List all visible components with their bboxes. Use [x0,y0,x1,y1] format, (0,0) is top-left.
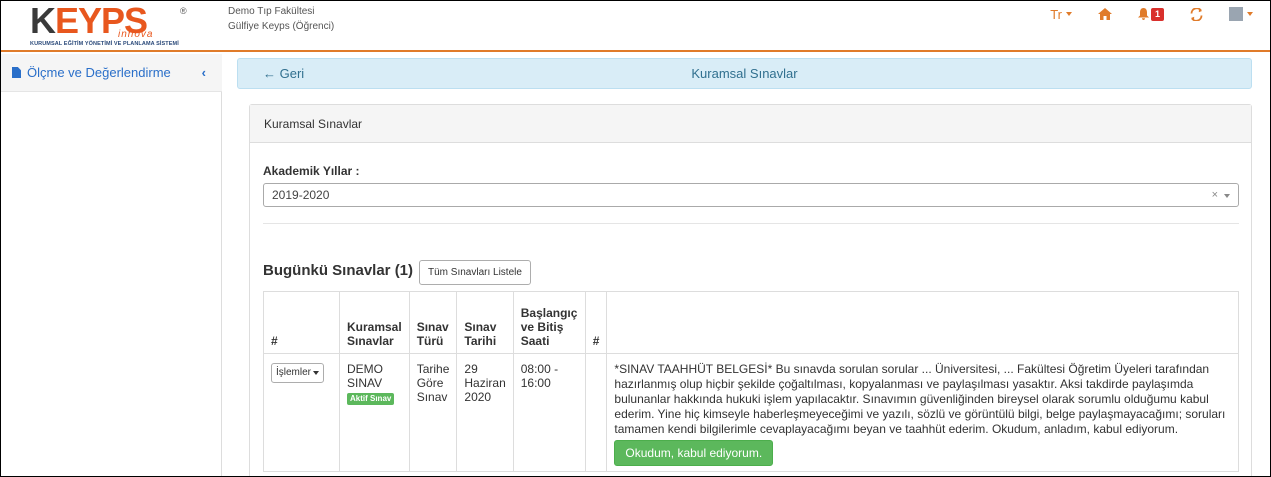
page-title: Kuramsal Sınavlar [691,66,798,81]
language-label: Tr [1050,6,1062,22]
faculty-name: Demo Tıp Fakültesi [228,6,315,17]
exam-date-cell: 29 Haziran 2020 [456,353,514,472]
academic-years-select[interactable]: 2019-2020 × [263,183,1239,207]
avatar-icon [1229,7,1243,21]
file-icon [12,67,21,78]
home-button[interactable] [1097,8,1112,20]
user-info: Demo Tıp Fakültesi Gülfiye Keyps (Öğrenc… [228,4,334,34]
logo-registered-mark: ® [180,6,187,16]
col-header-exam: Kuramsal Sınavlar [339,291,410,354]
table-row: İşlemler DEMO SINAV Aktif Sınav Tarihe G… [263,353,1239,472]
user-name: Gülfiye Keyps (Öğrenci) [228,21,335,32]
logo-subtitle: innova [118,29,154,40]
operations-dropdown-button[interactable]: İşlemler [271,363,325,383]
chevron-down-icon [1247,12,1253,16]
academic-years-label: Akademik Yıllar : [263,164,360,178]
col-header-type: Sınav Türü [408,291,458,354]
sidebar-item-olcme[interactable]: Ölçme ve Değerlendirme ‹ [0,54,222,92]
hash-cell [584,353,608,472]
sidebar-item-label: Ölçme ve Değerlendirme [27,65,171,80]
refresh-button[interactable] [1190,7,1203,21]
exams-table: # Kuramsal Sınavlar Sınav Türü Sınav Tar… [263,291,1239,472]
col-header-time: Başlangıç ve Bitiş Saati [512,291,586,354]
refresh-icon [1190,7,1203,21]
logo-letter-k: K [30,0,56,41]
operations-label: İşlemler [276,367,312,378]
home-icon [1097,8,1112,20]
col-header-index: # [263,291,340,354]
ops-cell: İşlemler [263,353,340,472]
divider [263,223,1239,224]
chevron-down-icon [313,371,320,375]
col-header-hash: # [584,291,608,354]
exam-name-cell: DEMO SINAV Aktif Sınav [339,353,410,472]
page-header-bar: ← Geri Kuramsal Sınavlar [237,58,1252,89]
academic-years-value: 2019-2020 [272,188,330,202]
panel-heading: Kuramsal Sınavlar [250,105,1251,143]
top-bar: KEYPS ® innova KURUMSAL EĞİTİM YÖNETİMİ … [0,0,1271,52]
clear-icon[interactable]: × [1212,189,1218,201]
todays-exams-title: Bugünkü Sınavlar (1) [263,262,414,279]
top-actions: Tr 1 [1024,4,1253,24]
status-badge: Aktif Sınav [347,393,395,405]
user-menu[interactable] [1229,7,1253,21]
accept-commitment-button[interactable]: Okudum, kabul ediyorum. [614,440,774,466]
commitment-cell: *SINAV TAAHHÜT BELGESİ* Bu sınavda sorul… [606,353,1239,472]
table-header-row: # Kuramsal Sınavlar Sınav Türü Sınav Tar… [263,291,1239,354]
col-header-date: Sınav Tarihi [456,291,514,354]
commitment-text: *SINAV TAAHHÜT BELGESİ* Bu sınavda sorul… [614,362,1226,436]
logo-tagline: KURUMSAL EĞİTİM YÖNETİMİ VE PLANLAMA SİS… [30,41,179,47]
exams-panel: Kuramsal Sınavlar Akademik Yıllar : 2019… [249,104,1252,477]
chevron-down-icon [1224,194,1230,198]
sidebar: Ölçme ve Değerlendirme ‹ [0,54,222,477]
time-range-cell: 08:00 - 16:00 [512,353,586,472]
col-header-commitment [606,291,1239,354]
chevron-down-icon [1065,12,1072,16]
chevron-left-icon[interactable]: ‹ [202,65,206,80]
list-all-exams-button[interactable]: Tüm Sınavları Listele [419,260,531,285]
keyps-logo[interactable]: KEYPS ® innova KURUMSAL EĞİTİM YÖNETİMİ … [30,1,200,48]
exam-type-cell: Tarihe Göre Sınav [408,353,458,472]
notification-count-badge: 1 [1150,7,1164,21]
bell-icon [1137,8,1149,20]
notifications-button[interactable]: 1 [1137,7,1164,21]
exam-name: DEMO SINAV [347,362,383,390]
language-dropdown[interactable]: Tr [1050,7,1072,22]
